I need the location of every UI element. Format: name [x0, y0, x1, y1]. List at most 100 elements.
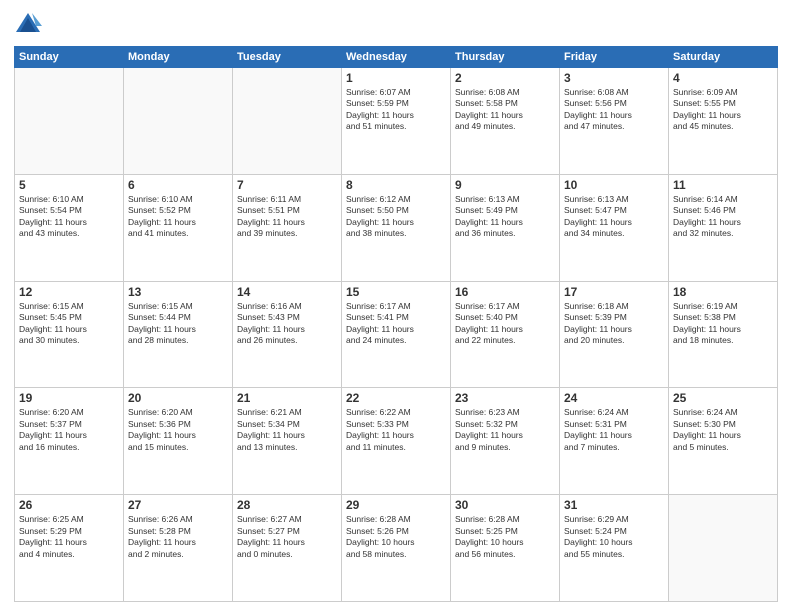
col-header-friday: Friday — [560, 47, 669, 68]
day-number: 2 — [455, 71, 555, 85]
day-number: 13 — [128, 285, 228, 299]
calendar-day-11: 11Sunrise: 6:14 AM Sunset: 5:46 PM Dayli… — [669, 174, 778, 281]
calendar-day-13: 13 Sunrise: 6:15 AM Sunset: 5:44 PM Dayli… — [124, 281, 233, 388]
day-info: Sunrise: 6:13 AM Sunset: 5:49 PM Dayligh… — [455, 194, 555, 240]
calendar-week-row: 5 Sunrise: 6:10 AM Sunset: 5:54 PM Daylig… — [15, 174, 778, 281]
day-info: Sunrise: 6:28 AM Sunset: 5:25 PM Dayligh… — [455, 514, 555, 560]
day-number: 1 — [346, 71, 446, 85]
day-number: 4 — [673, 71, 773, 85]
calendar-week-row: 12 Sunrise: 6:15 AM Sunset: 5:45 PM Dayli… — [15, 281, 778, 388]
calendar-week-row: 19 Sunrise: 6:20 AM Sunset: 5:37 PM Dayli… — [15, 388, 778, 495]
day-info: Sunrise: 6:13 AM Sunset: 5:47 PM Dayligh… — [564, 194, 664, 240]
calendar-day-5: 5 Sunrise: 6:10 AM Sunset: 5:54 PM Daylig… — [15, 174, 124, 281]
day-info: Sunrise: 6:23 AM Sunset: 5:32 PM Dayligh… — [455, 407, 555, 453]
day-info: Sunrise: 6:08 AM Sunset: 5:58 PM Dayligh… — [455, 87, 555, 133]
calendar-day-26: 26 Sunrise: 6:25 AM Sunset: 5:29 PM Dayli… — [15, 495, 124, 602]
calendar-day-27: 27 Sunrise: 6:26 AM Sunset: 5:28 PM Dayli… — [124, 495, 233, 602]
calendar-day-19: 19 Sunrise: 6:20 AM Sunset: 5:37 PM Dayli… — [15, 388, 124, 495]
calendar-day-30: 30 Sunrise: 6:28 AM Sunset: 5:25 PM Dayli… — [451, 495, 560, 602]
calendar-day-22: 22 Sunrise: 6:22 AM Sunset: 5:33 PM Dayli… — [342, 388, 451, 495]
day-info: Sunrise: 6:11 AM Sunset: 5:51 PM Dayligh… — [237, 194, 337, 240]
day-number: 19 — [19, 391, 119, 405]
day-number: 30 — [455, 498, 555, 512]
col-header-saturday: Saturday — [669, 47, 778, 68]
calendar-day-12: 12 Sunrise: 6:15 AM Sunset: 5:45 PM Dayli… — [15, 281, 124, 388]
day-info: Sunrise: 6:12 AM Sunset: 5:50 PM Dayligh… — [346, 194, 446, 240]
day-info: Sunrise: 6:28 AM Sunset: 5:26 PM Dayligh… — [346, 514, 446, 560]
calendar-day-24: 24Sunrise: 6:24 AM Sunset: 5:31 PM Dayli… — [560, 388, 669, 495]
col-header-sunday: Sunday — [15, 47, 124, 68]
day-info: Sunrise: 6:20 AM Sunset: 5:37 PM Dayligh… — [19, 407, 119, 453]
calendar-table: SundayMondayTuesdayWednesdayThursdayFrid… — [14, 46, 778, 602]
day-info: Sunrise: 6:20 AM Sunset: 5:36 PM Dayligh… — [128, 407, 228, 453]
day-number: 25 — [673, 391, 773, 405]
calendar-day-20: 20 Sunrise: 6:20 AM Sunset: 5:36 PM Dayli… — [124, 388, 233, 495]
calendar-day-17: 17 Sunrise: 6:18 AM Sunset: 5:39 PM Dayli… — [560, 281, 669, 388]
calendar-day-10: 10 Sunrise: 6:13 AM Sunset: 5:47 PM Dayli… — [560, 174, 669, 281]
calendar-week-row: 1 Sunrise: 6:07 AM Sunset: 5:59 PM Daylig… — [15, 68, 778, 175]
day-number: 28 — [237, 498, 337, 512]
day-info: Sunrise: 6:29 AM Sunset: 5:24 PM Dayligh… — [564, 514, 664, 560]
col-header-wednesday: Wednesday — [342, 47, 451, 68]
day-number: 18 — [673, 285, 773, 299]
calendar-day-15: 15Sunrise: 6:17 AM Sunset: 5:41 PM Dayli… — [342, 281, 451, 388]
calendar-day-21: 21Sunrise: 6:21 AM Sunset: 5:34 PM Dayli… — [233, 388, 342, 495]
day-info: Sunrise: 6:24 AM Sunset: 5:30 PM Dayligh… — [673, 407, 773, 453]
col-header-tuesday: Tuesday — [233, 47, 342, 68]
day-number: 22 — [346, 391, 446, 405]
calendar-day-9: 9Sunrise: 6:13 AM Sunset: 5:49 PM Daylig… — [451, 174, 560, 281]
day-number: 27 — [128, 498, 228, 512]
day-number: 14 — [237, 285, 337, 299]
day-info: Sunrise: 6:27 AM Sunset: 5:27 PM Dayligh… — [237, 514, 337, 560]
calendar-day-31: 31 Sunrise: 6:29 AM Sunset: 5:24 PM Dayli… — [560, 495, 669, 602]
calendar-day-7: 7 Sunrise: 6:11 AM Sunset: 5:51 PM Daylig… — [233, 174, 342, 281]
col-header-monday: Monday — [124, 47, 233, 68]
day-number: 7 — [237, 178, 337, 192]
day-number: 15 — [346, 285, 446, 299]
calendar-day-29: 29 Sunrise: 6:28 AM Sunset: 5:26 PM Dayli… — [342, 495, 451, 602]
day-number: 17 — [564, 285, 664, 299]
day-info: Sunrise: 6:16 AM Sunset: 5:43 PM Dayligh… — [237, 301, 337, 347]
day-number: 29 — [346, 498, 446, 512]
day-info: Sunrise: 6:24 AM Sunset: 5:31 PM Dayligh… — [564, 407, 664, 453]
day-number: 12 — [19, 285, 119, 299]
calendar-day-16: 16Sunrise: 6:17 AM Sunset: 5:40 PM Dayli… — [451, 281, 560, 388]
day-info: Sunrise: 6:17 AM Sunset: 5:40 PM Dayligh… — [455, 301, 555, 347]
day-info: Sunrise: 6:15 AM Sunset: 5:45 PM Dayligh… — [19, 301, 119, 347]
day-info: Sunrise: 6:26 AM Sunset: 5:28 PM Dayligh… — [128, 514, 228, 560]
calendar-day-4: 4Sunrise: 6:09 AM Sunset: 5:55 PM Daylig… — [669, 68, 778, 175]
logo — [14, 10, 46, 38]
day-info: Sunrise: 6:10 AM Sunset: 5:54 PM Dayligh… — [19, 194, 119, 240]
calendar-day-1: 1 Sunrise: 6:07 AM Sunset: 5:59 PM Daylig… — [342, 68, 451, 175]
calendar-day-6: 6Sunrise: 6:10 AM Sunset: 5:52 PM Daylig… — [124, 174, 233, 281]
day-number: 20 — [128, 391, 228, 405]
day-number: 6 — [128, 178, 228, 192]
day-info: Sunrise: 6:08 AM Sunset: 5:56 PM Dayligh… — [564, 87, 664, 133]
day-number: 26 — [19, 498, 119, 512]
calendar-day-28: 28 Sunrise: 6:27 AM Sunset: 5:27 PM Dayli… — [233, 495, 342, 602]
day-info: Sunrise: 6:21 AM Sunset: 5:34 PM Dayligh… — [237, 407, 337, 453]
header — [14, 10, 778, 38]
day-info: Sunrise: 6:25 AM Sunset: 5:29 PM Dayligh… — [19, 514, 119, 560]
day-number: 5 — [19, 178, 119, 192]
day-number: 31 — [564, 498, 664, 512]
day-info: Sunrise: 6:15 AM Sunset: 5:44 PM Dayligh… — [128, 301, 228, 347]
day-info: Sunrise: 6:22 AM Sunset: 5:33 PM Dayligh… — [346, 407, 446, 453]
page: SundayMondayTuesdayWednesdayThursdayFrid… — [0, 0, 792, 612]
day-number: 8 — [346, 178, 446, 192]
calendar-day-25: 25 Sunrise: 6:24 AM Sunset: 5:30 PM Dayli… — [669, 388, 778, 495]
calendar-header-row: SundayMondayTuesdayWednesdayThursdayFrid… — [15, 47, 778, 68]
logo-icon — [14, 10, 42, 38]
empty-day — [15, 68, 124, 175]
calendar-day-8: 8 Sunrise: 6:12 AM Sunset: 5:50 PM Daylig… — [342, 174, 451, 281]
day-info: Sunrise: 6:07 AM Sunset: 5:59 PM Dayligh… — [346, 87, 446, 133]
empty-day — [233, 68, 342, 175]
col-header-thursday: Thursday — [451, 47, 560, 68]
day-info: Sunrise: 6:19 AM Sunset: 5:38 PM Dayligh… — [673, 301, 773, 347]
day-number: 3 — [564, 71, 664, 85]
calendar-week-row: 26 Sunrise: 6:25 AM Sunset: 5:29 PM Dayli… — [15, 495, 778, 602]
empty-day — [124, 68, 233, 175]
calendar-day-3: 3 Sunrise: 6:08 AM Sunset: 5:56 PM Daylig… — [560, 68, 669, 175]
day-number: 10 — [564, 178, 664, 192]
day-info: Sunrise: 6:18 AM Sunset: 5:39 PM Dayligh… — [564, 301, 664, 347]
